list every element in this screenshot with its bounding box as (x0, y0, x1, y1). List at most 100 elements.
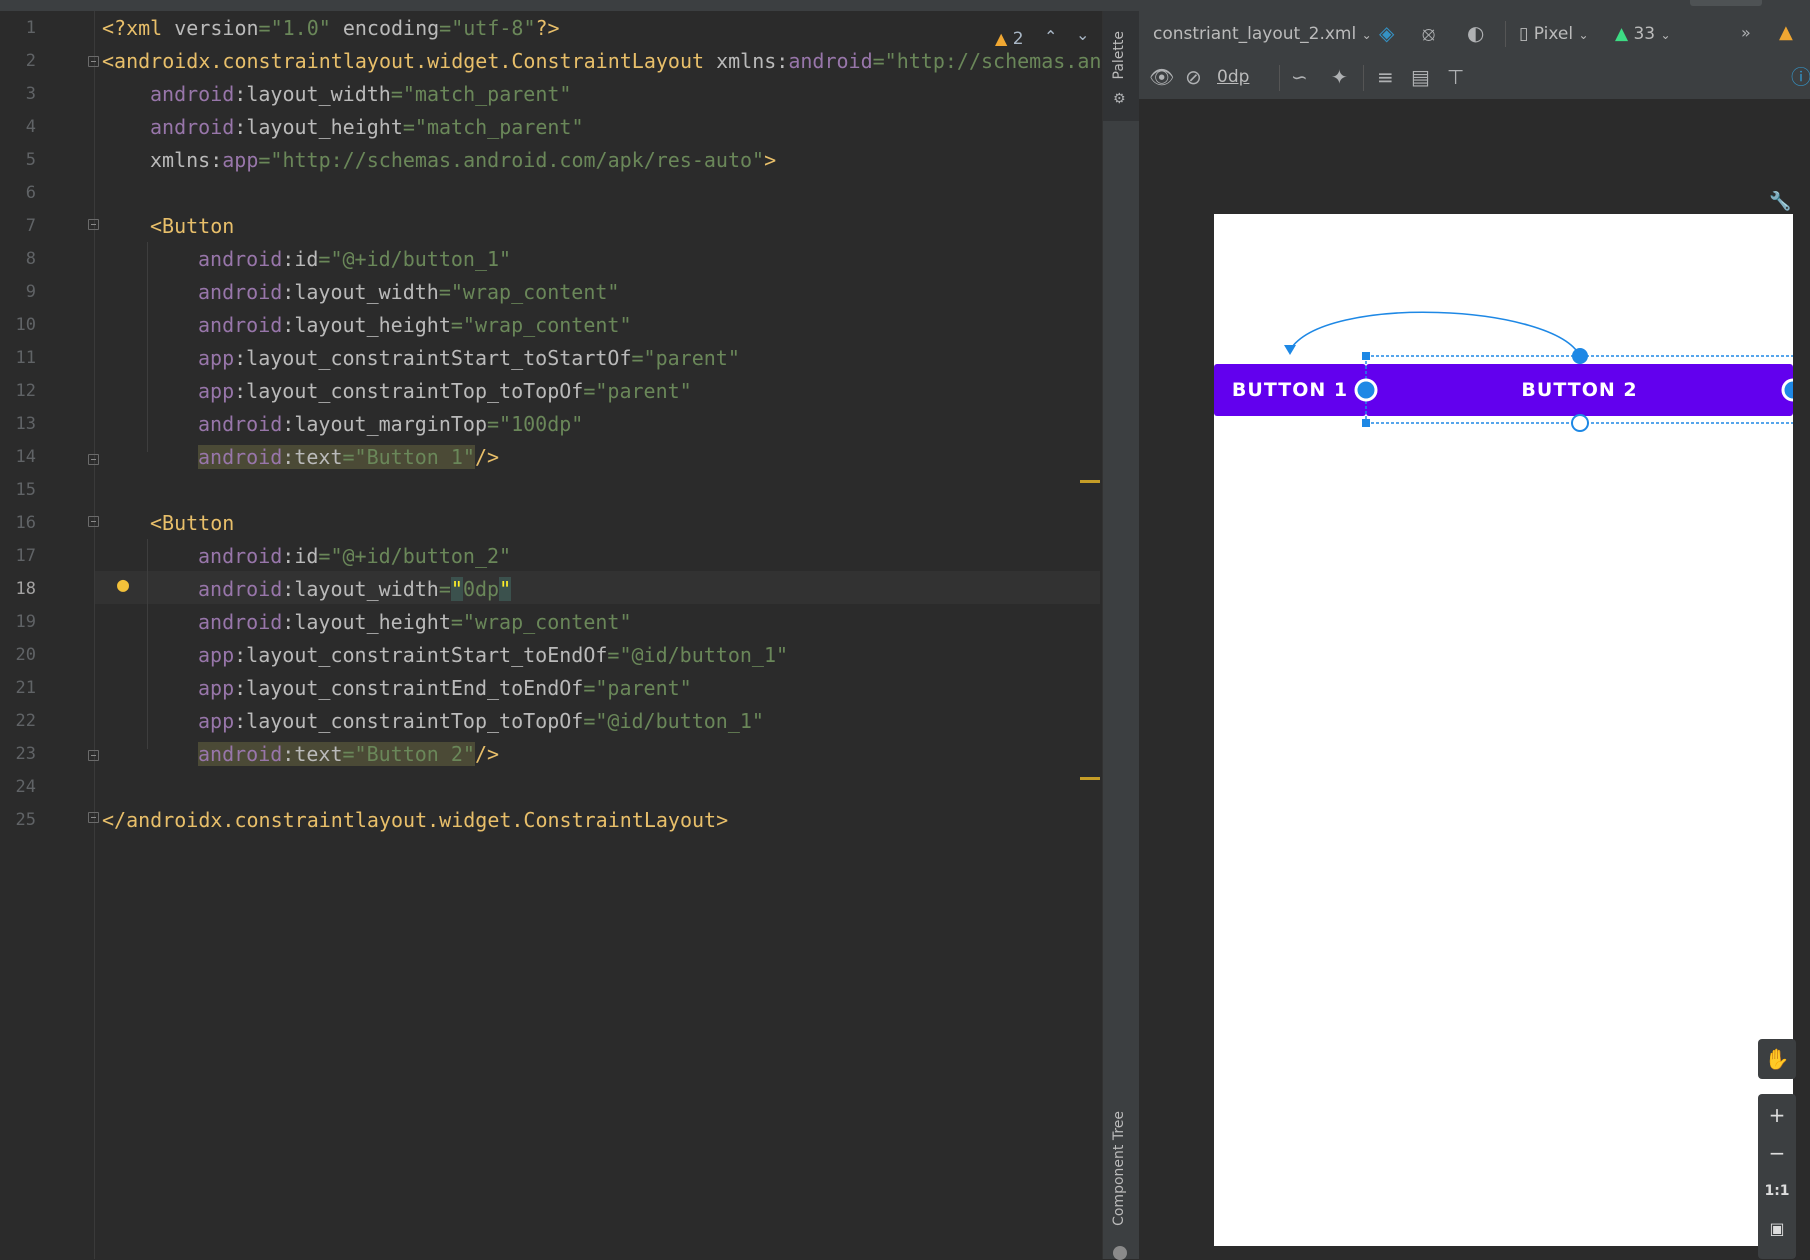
code-token: android (198, 610, 283, 634)
code-line-10: android:layout_height="wrap_content" (198, 309, 632, 342)
lightbulb-icon[interactable]: ● (114, 572, 132, 596)
clear-constraints-icon[interactable]: ∽ (1291, 65, 1308, 89)
code-editor[interactable]: 1 2 3 4 5 6 7 8 9 10 11 12 13 14 15 16 17 18 19 20 21 22 23 24 2… (0, 11, 1100, 1259)
line-number: 22 (15, 711, 36, 731)
line-number: 19 (15, 612, 36, 632)
resize-handle-bottom-left[interactable] (1362, 419, 1370, 427)
line-number: 20 (15, 645, 36, 665)
code-token: android (198, 577, 283, 601)
code-token: ="parent" (583, 379, 692, 403)
code-token: :layout_constraintStart_toStartOf (234, 346, 632, 370)
code-line-14: android:text="Button 1"/> (198, 441, 499, 474)
window-tab-stub[interactable] (1690, 0, 1762, 6)
code-token: </androidx.constraintlayout.widget.Const… (102, 808, 729, 832)
hand-icon[interactable]: ✋ (1758, 1040, 1796, 1078)
help-icon[interactable]: ⓘ (1791, 65, 1810, 89)
fold-marker[interactable] (88, 219, 99, 230)
previous-highlight-icon[interactable]: ⌃ (1044, 27, 1057, 46)
end-anchor-handle[interactable] (1781, 378, 1793, 402)
code-line-4: android:layout_height="match_parent" (150, 111, 584, 144)
code-token: :text (282, 445, 343, 469)
orientation-icon[interactable]: ⦻ (1422, 21, 1435, 45)
view-options-icon[interactable]: 👁 (1149, 65, 1174, 89)
code-token: ="@id/button_1" (607, 643, 789, 667)
code-line-25: </androidx.constraintlayout.widget.Const… (102, 804, 728, 837)
code-token: :layout_constraintTop_toTopOf (234, 709, 584, 733)
bottom-anchor-handle[interactable] (1571, 414, 1589, 432)
zoom-to-fit-icon[interactable]: ▣ (1758, 1210, 1796, 1248)
pan-tool[interactable]: ✋ (1758, 1039, 1796, 1079)
code-token: :text (282, 742, 343, 766)
code-token: app (198, 379, 235, 403)
fold-marker[interactable] (88, 454, 99, 465)
line-number: 12 (15, 381, 36, 401)
device-dropdown[interactable]: ▯ Pixel ⌄ (1519, 22, 1589, 47)
palette-tab-label[interactable]: Palette (1111, 31, 1127, 80)
zoom-in-button[interactable]: + (1758, 1096, 1796, 1134)
code-line-19: android:layout_height="wrap_content" (198, 606, 632, 639)
code-token: android (198, 742, 283, 766)
resize-handle-top-left[interactable] (1362, 352, 1370, 360)
fold-marker[interactable] (88, 56, 99, 67)
api-level-dropdown[interactable]: ▲ 33 ⌄ (1615, 22, 1671, 47)
top-anchor-handle[interactable] (1572, 348, 1588, 364)
inspection-widget[interactable]: ▲ 2 (995, 29, 1024, 49)
gutter-divider (94, 11, 95, 1259)
code-token: 0dp (462, 577, 500, 601)
code-line-16: <Button (150, 507, 234, 540)
line-number: 17 (15, 546, 36, 566)
code-token: ="100dp" (487, 412, 584, 436)
top-constraint-arc (1289, 311, 1581, 357)
code-token: xmlns: (150, 148, 223, 172)
file-name-dropdown[interactable]: constriant_layout_2.xml ⌄ (1153, 22, 1372, 47)
zoom-controls: + − 1:1 ▣ (1758, 1094, 1796, 1259)
window-top-strip (0, 0, 1810, 11)
code-token: android (198, 544, 283, 568)
code-token: ?> (535, 16, 560, 40)
device-label: Pixel (1533, 24, 1574, 44)
autoconnect-icon[interactable]: ⊘ (1185, 65, 1202, 89)
design-toolbar-constraints: 👁 ⊘ 0dp ∽ ✦ ≡ ▤ ⊤ ⓘ (1139, 57, 1810, 100)
pack-icon[interactable]: ≡ (1377, 65, 1394, 89)
layout-design-panel: constriant_layout_2.xml ⌄ ◈ ⦻ ◐ ▯ Pixel … (1139, 11, 1810, 1259)
start-anchor-handle[interactable] (1354, 378, 1378, 402)
code-token: android (788, 49, 873, 73)
night-mode-icon[interactable]: ◐ (1467, 21, 1484, 45)
fold-marker[interactable] (88, 750, 99, 761)
warning-stripe-marker[interactable] (1080, 777, 1100, 780)
code-token: <Button (150, 214, 235, 238)
code-line-23: android:text="Button 2"/> (198, 738, 499, 771)
line-number: 15 (15, 480, 36, 500)
infer-constraints-icon[interactable]: ✦ (1331, 65, 1348, 89)
warning-icon[interactable]: ▲ (1779, 21, 1793, 45)
actual-size-button[interactable]: 1:1 (1758, 1172, 1796, 1210)
constraint-overlay (1284, 311, 1793, 432)
zoom-out-button[interactable]: − (1758, 1134, 1796, 1172)
code-token: ="wrap_content" (438, 280, 620, 304)
toolbar-separator (1363, 65, 1364, 91)
code-token: ="Button 2" (342, 742, 475, 766)
warning-icon: ▲ (995, 29, 1008, 48)
component-tree-icon[interactable] (1113, 1246, 1127, 1260)
warning-stripe-marker[interactable] (1080, 480, 1100, 483)
default-margin-field[interactable]: 0dp (1217, 65, 1249, 89)
device-preview[interactable]: BUTTON 1 BUTTON 2 (1214, 214, 1793, 1246)
fold-marker[interactable] (88, 812, 99, 823)
code-token: = (438, 577, 451, 601)
design-surface-icon[interactable]: ◈ (1379, 21, 1394, 45)
wrench-icon[interactable]: 🔧 (1769, 191, 1791, 212)
code-token: app (198, 643, 235, 667)
android-icon: ▲ (1615, 24, 1629, 44)
palette-icon[interactable]: ⚙ (1113, 91, 1129, 107)
more-actions-icon[interactable]: » (1741, 21, 1751, 45)
fold-marker[interactable] (88, 516, 99, 527)
code-token: :layout_width (282, 280, 439, 304)
align-icon[interactable]: ▤ (1411, 65, 1430, 89)
next-highlight-icon[interactable]: ⌄ (1076, 25, 1089, 44)
line-number: 18 (15, 579, 36, 599)
component-tree-tab-label[interactable]: Component Tree (1111, 1111, 1127, 1226)
guidelines-icon[interactable]: ⊤ (1447, 65, 1464, 89)
line-number: 3 (25, 84, 36, 104)
code-token: ="match_parent" (390, 82, 572, 106)
line-number: 24 (15, 777, 36, 797)
